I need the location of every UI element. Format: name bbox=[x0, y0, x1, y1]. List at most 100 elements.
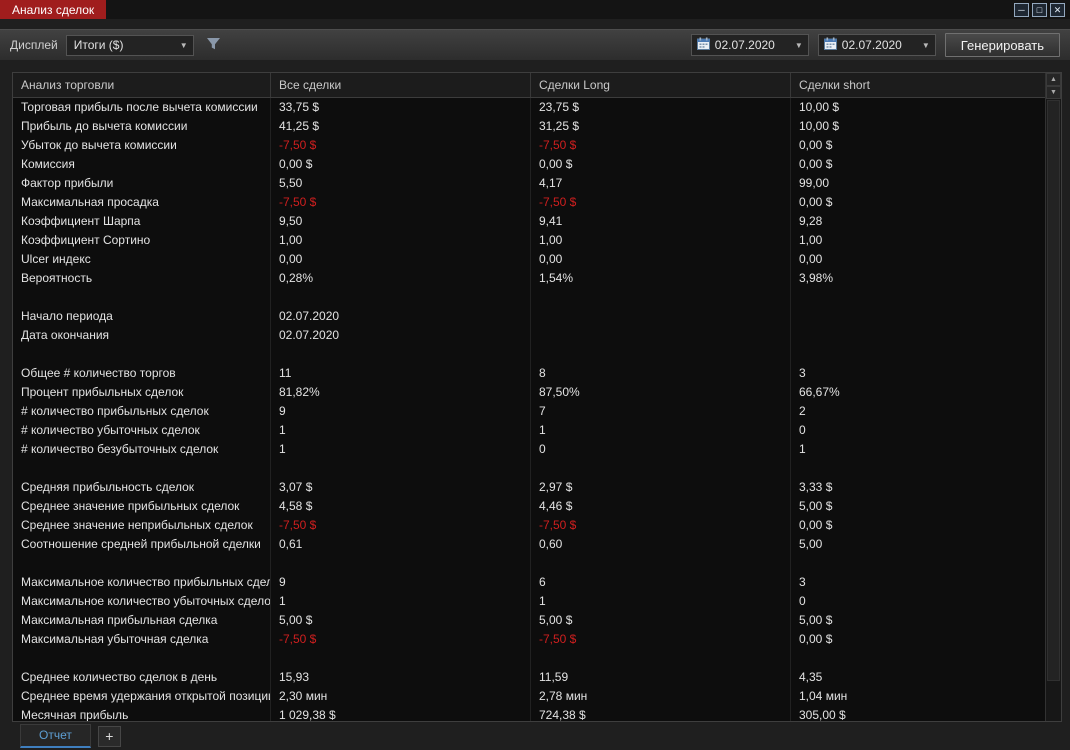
row-label: Максимальная убыточная сделка bbox=[13, 630, 271, 649]
table-row[interactable]: Убыток до вычета комиссии-7,50 $-7,50 $0… bbox=[13, 136, 1045, 155]
table-row[interactable]: Среднее время удержания открытой позиции… bbox=[13, 687, 1045, 706]
date-from-picker[interactable]: 02.07.2020 ▼ bbox=[691, 34, 809, 56]
column-header-short-trades[interactable]: Сделки short bbox=[791, 73, 1045, 97]
row-value: 1 bbox=[271, 592, 531, 611]
minimize-icon: ─ bbox=[1018, 5, 1024, 15]
row-label: Вероятность bbox=[13, 269, 271, 288]
table-row[interactable]: Общее # количество торгов1183 bbox=[13, 364, 1045, 383]
window-title-tab[interactable]: Анализ сделок bbox=[0, 0, 106, 19]
row-value: -7,50 $ bbox=[271, 630, 531, 649]
table-row[interactable]: Коэффициент Сортино1,001,001,00 bbox=[13, 231, 1045, 250]
row-value bbox=[271, 649, 531, 668]
row-label: Среднее количество сделок в день bbox=[13, 668, 271, 687]
row-value bbox=[271, 459, 531, 478]
display-select[interactable]: Итоги ($) ▼ bbox=[66, 35, 194, 56]
generate-button[interactable]: Генерировать bbox=[945, 33, 1060, 57]
row-value: 6 bbox=[531, 573, 791, 592]
row-label: Процент прибыльных сделок bbox=[13, 383, 271, 402]
table-row[interactable]: Начало периода02.07.2020 bbox=[13, 307, 1045, 326]
table-row[interactable]: Комиссия0,00 $0,00 $0,00 $ bbox=[13, 155, 1045, 174]
column-header-analysis[interactable]: Анализ торговли bbox=[13, 73, 271, 97]
table-row[interactable]: Средняя прибыльность сделок3,07 $2,97 $3… bbox=[13, 478, 1045, 497]
row-label: Фактор прибыли bbox=[13, 174, 271, 193]
table-row[interactable]: Максимальная просадка-7,50 $-7,50 $0,00 … bbox=[13, 193, 1045, 212]
table-row[interactable]: Дата окончания02.07.2020 bbox=[13, 326, 1045, 345]
row-value: -7,50 $ bbox=[531, 630, 791, 649]
date-to-picker[interactable]: 02.07.2020 ▼ bbox=[818, 34, 936, 56]
table-row[interactable]: Максимальное количество прибыльных сдело… bbox=[13, 573, 1045, 592]
filter-icon bbox=[206, 36, 221, 54]
table-row[interactable]: Среднее количество сделок в день15,9311,… bbox=[13, 668, 1045, 687]
row-value bbox=[271, 345, 531, 364]
scroll-up-icon: ▲ bbox=[1050, 76, 1057, 83]
table-header-row: Анализ торговли Все сделки Сделки Long С… bbox=[13, 73, 1045, 98]
table-row[interactable]: Максимальное количество убыточных сделок… bbox=[13, 592, 1045, 611]
table-row[interactable]: Торговая прибыль после вычета комиссии33… bbox=[13, 98, 1045, 117]
row-label: Ulcer индекс bbox=[13, 250, 271, 269]
table-row[interactable]: Процент прибыльных сделок81,82%87,50%66,… bbox=[13, 383, 1045, 402]
scroll-down-button[interactable]: ▼ bbox=[1046, 86, 1061, 99]
row-value: 305,00 $ bbox=[791, 706, 1045, 721]
row-value: 1,00 bbox=[531, 231, 791, 250]
table-spacer-row bbox=[13, 345, 1045, 364]
column-header-long-trades[interactable]: Сделки Long bbox=[531, 73, 791, 97]
table-row[interactable]: Ulcer индекс0,000,000,00 bbox=[13, 250, 1045, 269]
table-row[interactable]: # количество прибыльных сделок972 bbox=[13, 402, 1045, 421]
chevron-down-icon: ▼ bbox=[922, 41, 930, 50]
table-row[interactable]: Максимальная убыточная сделка-7,50 $-7,5… bbox=[13, 630, 1045, 649]
table-row[interactable]: # количество безубыточных сделок101 bbox=[13, 440, 1045, 459]
scroll-up-button[interactable]: ▲ bbox=[1046, 73, 1061, 86]
table-body: Торговая прибыль после вычета комиссии33… bbox=[13, 98, 1045, 721]
maximize-button[interactable]: □ bbox=[1032, 3, 1047, 17]
row-value: 4,17 bbox=[531, 174, 791, 193]
row-label: Максимальное количество убыточных сделок bbox=[13, 592, 271, 611]
row-value bbox=[271, 288, 531, 307]
row-value: 0,00 bbox=[791, 250, 1045, 269]
toolbar: Дисплей Итоги ($) ▼ 02.07.2020 ▼ 02.0 bbox=[0, 29, 1070, 61]
row-value: 0,00 $ bbox=[791, 193, 1045, 212]
row-value: -7,50 $ bbox=[531, 136, 791, 155]
vertical-scrollbar[interactable]: ▲ ▼ bbox=[1045, 73, 1061, 721]
row-label: # количество убыточных сделок bbox=[13, 421, 271, 440]
row-label: Комиссия bbox=[13, 155, 271, 174]
table-row[interactable]: Максимальная прибыльная сделка5,00 $5,00… bbox=[13, 611, 1045, 630]
table-row[interactable]: Соотношение средней прибыльной сделки0,6… bbox=[13, 535, 1045, 554]
minimize-button[interactable]: ─ bbox=[1014, 3, 1029, 17]
table-row[interactable]: Прибыль до вычета комиссии41,25 $31,25 $… bbox=[13, 117, 1045, 136]
row-value bbox=[531, 307, 791, 326]
table-row[interactable]: Коэффициент Шарпа9,509,419,28 bbox=[13, 212, 1045, 231]
maximize-icon: □ bbox=[1037, 5, 1042, 15]
table-grid: Анализ торговли Все сделки Сделки Long С… bbox=[13, 73, 1045, 721]
row-label bbox=[13, 345, 271, 364]
add-tab-button[interactable]: + bbox=[98, 726, 121, 747]
row-value: 9 bbox=[271, 573, 531, 592]
table-row[interactable]: Вероятность0,28%1,54%3,98% bbox=[13, 269, 1045, 288]
filter-button[interactable] bbox=[202, 35, 226, 56]
row-value: 23,75 $ bbox=[531, 98, 791, 117]
row-value: -7,50 $ bbox=[531, 193, 791, 212]
row-value: 0 bbox=[791, 421, 1045, 440]
row-value: 1,00 bbox=[791, 231, 1045, 250]
row-value: 4,46 $ bbox=[531, 497, 791, 516]
row-value: 2,97 $ bbox=[531, 478, 791, 497]
row-value: 2 bbox=[791, 402, 1045, 421]
table-row[interactable]: Среднее значение неприбыльных сделок-7,5… bbox=[13, 516, 1045, 535]
table-row[interactable]: Фактор прибыли5,504,1799,00 bbox=[13, 174, 1045, 193]
table-row[interactable]: Среднее значение прибыльных сделок4,58 $… bbox=[13, 497, 1045, 516]
column-header-all-trades[interactable]: Все сделки bbox=[271, 73, 531, 97]
scrollbar-track[interactable] bbox=[1046, 99, 1061, 721]
row-label: Максимальная прибыльная сделка bbox=[13, 611, 271, 630]
table-row[interactable]: # количество убыточных сделок110 bbox=[13, 421, 1045, 440]
row-label: Среднее значение неприбыльных сделок bbox=[13, 516, 271, 535]
row-value bbox=[791, 459, 1045, 478]
row-label: Коэффициент Сортино bbox=[13, 231, 271, 250]
table-row[interactable]: Месячная прибыль1 029,38 $724,38 $305,00… bbox=[13, 706, 1045, 721]
tab-report[interactable]: Отчет bbox=[20, 724, 91, 748]
row-label: Среднее время удержания открытой позиции bbox=[13, 687, 271, 706]
close-button[interactable]: ✕ bbox=[1050, 3, 1065, 17]
row-value: 10,00 $ bbox=[791, 117, 1045, 136]
row-value: 4,35 bbox=[791, 668, 1045, 687]
scrollbar-thumb[interactable] bbox=[1047, 100, 1060, 681]
row-value: 2,78 мин bbox=[531, 687, 791, 706]
table-spacer-row bbox=[13, 649, 1045, 668]
